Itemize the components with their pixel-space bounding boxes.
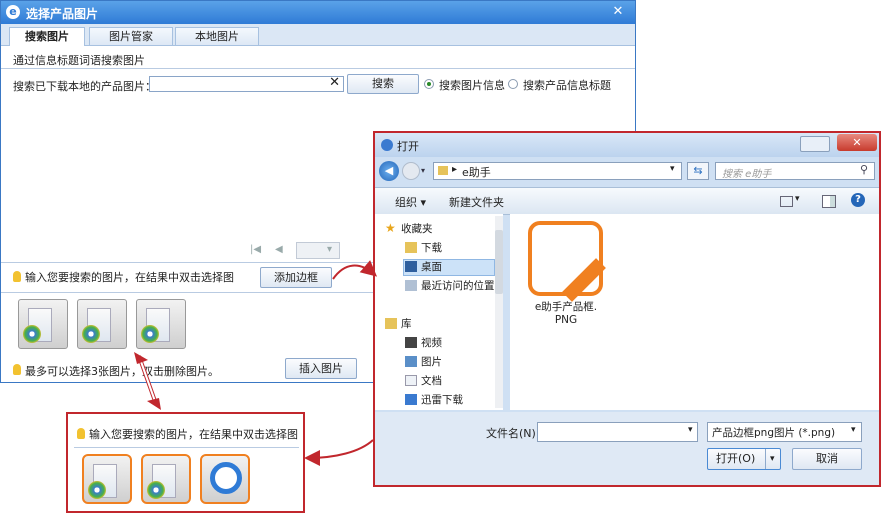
arrow-to-zoom [304,439,374,466]
double-arrow-core [138,355,157,405]
double-arrow-head-bottom [147,398,161,410]
annotation-arrows [134,260,378,466]
arrow-to-dialog [332,260,378,280]
double-arrow-head-top [134,352,148,364]
